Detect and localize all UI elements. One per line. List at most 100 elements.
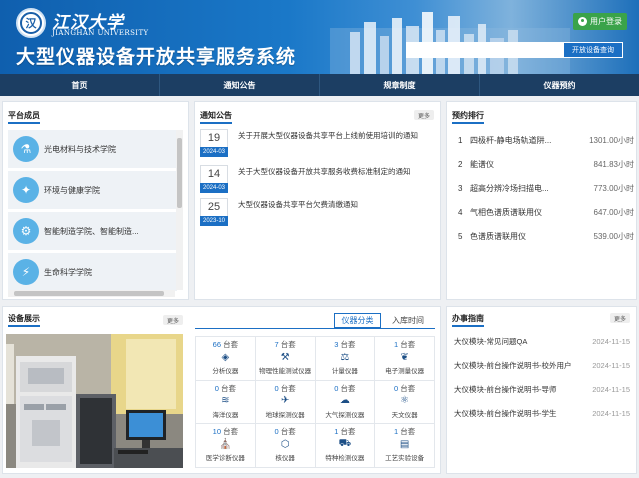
guide-item[interactable]: 大仪模块-前台操作说明书-校外用户 2024-11-15 bbox=[454, 358, 630, 372]
car-icon: ⛟ bbox=[338, 437, 352, 449]
notice-year-month: 2024-03 bbox=[200, 147, 228, 157]
tab-category[interactable]: 仪器分类 bbox=[334, 313, 381, 328]
university-name-en: JIANGHAN UNIVERSITY bbox=[52, 29, 149, 37]
category-cell[interactable]: 1 台套 ⛟ 特种检测仪器 bbox=[315, 424, 376, 468]
notices-more-button[interactable]: 更多 bbox=[414, 110, 434, 120]
rank-instrument: 能谱仪 bbox=[470, 159, 494, 169]
ranking-panel bbox=[446, 101, 637, 300]
guide-title-text: 大仪模块-前台操作说明书-校外用户 bbox=[454, 360, 572, 370]
notice-item[interactable]: 25 2023-10 大型仪器设备共享平台欠费清缴通知 bbox=[200, 198, 425, 234]
category-count: 1 台套 bbox=[393, 427, 416, 437]
member-item[interactable]: ⚙ 智能制造学院、智能制造... bbox=[8, 212, 177, 250]
member-name: 智能制造学院、智能制造... bbox=[44, 226, 139, 236]
notice-year-month: 2024-03 bbox=[200, 183, 228, 193]
category-name: 海洋仪器 bbox=[212, 411, 239, 419]
guide-item[interactable]: 大仪模块-常见问题QA 2024-11-15 bbox=[454, 334, 630, 348]
notice-title[interactable]: 关于大型仪器设备开放共享服务收费标准制定的通知 bbox=[238, 166, 423, 178]
nav-regulations[interactable]: 规章制度 bbox=[320, 74, 480, 96]
notice-title[interactable]: 关于开展大型仪器设备共享平台上线前使用培训的通知 bbox=[238, 130, 423, 142]
ranking-row[interactable]: 3 超高分辨冷场扫描电... 773.00小时 bbox=[458, 180, 634, 196]
category-name: 大气探测仪器 bbox=[325, 411, 365, 419]
category-cell[interactable]: 0 台套 ⚛ 天文仪器 bbox=[375, 380, 435, 425]
guide-title-text: 大仪模块-前台操作说明书-导师 bbox=[454, 384, 557, 394]
members-vertical-scrollbar[interactable] bbox=[176, 130, 183, 290]
ranking-row[interactable]: 1 四极杆-静电场轨道阱... 1301.00小时 bbox=[458, 132, 634, 148]
guide-date: 2024-11-15 bbox=[592, 360, 630, 370]
site-header: 汉 江汉大学 JIANGHAN UNIVERSITY 大型仪器设备开放共享服务系… bbox=[0, 0, 639, 74]
nav-booking[interactable]: 仪器预约 bbox=[480, 74, 639, 96]
category-count: 0 台套 bbox=[393, 383, 416, 393]
category-cell[interactable]: 0 台套 ⬡ 核仪器 bbox=[255, 424, 316, 468]
rank-hours: 647.00小时 bbox=[593, 207, 634, 217]
nav-notices[interactable]: 通知公告 bbox=[160, 74, 320, 96]
rank-number: 1 bbox=[458, 135, 463, 145]
equipment-title: 设备展示 bbox=[8, 314, 40, 327]
guide-date: 2024-11-15 bbox=[592, 408, 630, 418]
category-count: 1 台套 bbox=[334, 427, 356, 437]
member-item[interactable]: ⚗ 光电材料与技术学院 bbox=[8, 130, 177, 168]
category-cell[interactable]: 1 台套 ▤ 工艺实验设备 bbox=[375, 424, 435, 468]
category-cell[interactable]: 7 台套 ⚒ 物理性能测试仪器 bbox=[255, 337, 316, 381]
category-cell[interactable]: 0 台套 ☁ 大气探测仪器 bbox=[315, 380, 376, 425]
notice-day: 14 bbox=[207, 168, 221, 180]
rank-number: 5 bbox=[458, 231, 463, 241]
scroll-thumb[interactable] bbox=[14, 291, 164, 296]
members-title: 平台成员 bbox=[8, 111, 40, 124]
equipment-photo bbox=[6, 334, 183, 468]
search-button[interactable]: 开放设备查询 bbox=[563, 42, 623, 58]
guide-item[interactable]: 大仪模块-前台操作说明书-导师 2024-11-15 bbox=[454, 382, 630, 396]
flask-icon: ⚗ bbox=[13, 136, 39, 162]
ranking-row[interactable]: 2 能谱仪 841.83小时 bbox=[458, 156, 634, 172]
members-horizontal-scrollbar[interactable] bbox=[8, 290, 175, 297]
bolt-icon: ⚡ bbox=[13, 259, 39, 285]
gear-icon: ⚙ bbox=[13, 218, 39, 244]
category-name: 工艺实验设备 bbox=[385, 455, 425, 463]
guide-title-text: 大仪模块-前台操作说明书-学生 bbox=[454, 408, 557, 418]
member-item[interactable]: ✦ 环境与健康学院 bbox=[8, 171, 177, 209]
category-count: 0 台套 bbox=[214, 383, 236, 393]
equipment-more-button[interactable]: 更多 bbox=[163, 315, 183, 325]
category-cell[interactable]: 1 台套 ❦ 电子测量仪器 bbox=[375, 337, 435, 381]
category-count: 0 台套 bbox=[274, 427, 296, 437]
category-name: 核仪器 bbox=[275, 455, 295, 463]
category-name: 计量仪器 bbox=[331, 368, 358, 375]
document-icon: ▤ bbox=[399, 438, 410, 450]
category-name: 医学诊断仪器 bbox=[205, 455, 245, 463]
rank-instrument: 四极杆-静电场轨道阱... bbox=[470, 135, 552, 145]
member-name: 生命科学学院 bbox=[44, 267, 92, 277]
category-count: 7 台套 bbox=[274, 340, 296, 349]
notice-item[interactable]: 19 2024-03 关于开展大型仪器设备共享平台上线前使用培训的通知 bbox=[200, 129, 425, 165]
category-cell[interactable]: 10 台套 ⛪ 医学诊断仪器 bbox=[196, 424, 256, 468]
category-grid: 66 台套 ◈ 分析仪器 7 台套 ⚒ 物理性能测试仪器 3 台套 ⚖ 计量仪器… bbox=[195, 336, 435, 468]
ranking-row[interactable]: 4 气相色谱质谱联用仪 647.00小时 bbox=[458, 204, 634, 220]
category-cell[interactable]: 66 台套 ◈ 分析仪器 bbox=[196, 337, 256, 381]
main-nav: 首页 通知公告 规章制度 仪器预约 bbox=[0, 74, 639, 96]
member-name: 环境与健康学院 bbox=[44, 185, 100, 195]
rank-hours: 1301.00小时 bbox=[589, 135, 634, 145]
member-item[interactable]: ⚡ 生命科学学院 bbox=[8, 253, 177, 291]
hexagon-icon: ⬡ bbox=[280, 438, 290, 450]
category-name: 地球探测仪器 bbox=[265, 411, 305, 419]
category-cell[interactable]: 0 台套 ≋ 海洋仪器 bbox=[196, 380, 256, 425]
rank-instrument: 超高分辨冷场扫描电... bbox=[470, 183, 549, 193]
guide-date: 2024-11-15 bbox=[592, 384, 630, 394]
category-name: 天文仪器 bbox=[391, 411, 418, 419]
plane-icon: ✈ bbox=[280, 395, 290, 407]
rank-instrument: 气相色谱质谱联用仪 bbox=[470, 207, 542, 217]
category-cell[interactable]: 3 台套 ⚖ 计量仪器 bbox=[315, 337, 376, 381]
guide-date: 2024-11-15 bbox=[592, 336, 630, 346]
login-button[interactable]: 用户登录 bbox=[573, 13, 627, 30]
notice-title[interactable]: 大型仪器设备共享平台欠费清缴通知 bbox=[238, 199, 423, 211]
category-name: 特种检测仪器 bbox=[325, 455, 365, 463]
nav-home[interactable]: 首页 bbox=[0, 74, 160, 96]
ranking-row[interactable]: 5 色谱质谱联用仪 539.00小时 bbox=[458, 228, 634, 244]
scroll-thumb[interactable] bbox=[177, 138, 182, 208]
rank-hours: 841.83小时 bbox=[593, 159, 634, 169]
guide-item[interactable]: 大仪模块-前台操作说明书-学生 2024-11-15 bbox=[454, 406, 630, 420]
search-input[interactable] bbox=[406, 42, 563, 58]
tab-storage-time[interactable]: 入库时间 bbox=[383, 313, 433, 328]
notice-item[interactable]: 14 2024-03 关于大型仪器设备开放共享服务收费标准制定的通知 bbox=[200, 165, 425, 201]
guide-more-button[interactable]: 更多 bbox=[610, 313, 630, 323]
rank-number: 4 bbox=[458, 207, 463, 217]
category-cell[interactable]: 0 台套 ✈ 地球探测仪器 bbox=[255, 380, 316, 425]
